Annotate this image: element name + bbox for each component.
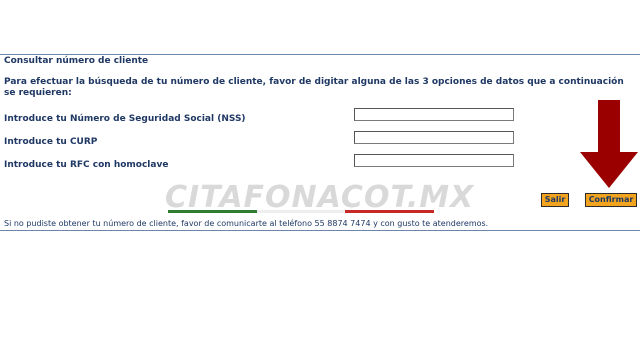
rfc-label: Introduce tu RFC con homoclave (4, 160, 169, 170)
watermark-flag-strip (168, 210, 435, 213)
nss-label: Introduce tu Número de Seguridad Social … (4, 114, 246, 124)
down-arrow-icon (580, 100, 638, 188)
page-title: Consultar número de cliente (4, 56, 149, 66)
exit-button[interactable]: Salir (541, 193, 569, 207)
nss-input[interactable] (354, 108, 514, 121)
rfc-input[interactable] (354, 154, 514, 167)
instructions-text: Para efectuar la búsqueda de tu número d… (4, 77, 624, 98)
help-footer-text: Si no pudiste obtener tu número de clien… (4, 219, 489, 228)
confirm-button[interactable]: Confirmar (585, 193, 637, 207)
curp-input[interactable] (354, 131, 514, 144)
bottom-divider (0, 230, 640, 231)
curp-label: Introduce tu CURP (4, 137, 98, 147)
top-divider (0, 54, 640, 55)
